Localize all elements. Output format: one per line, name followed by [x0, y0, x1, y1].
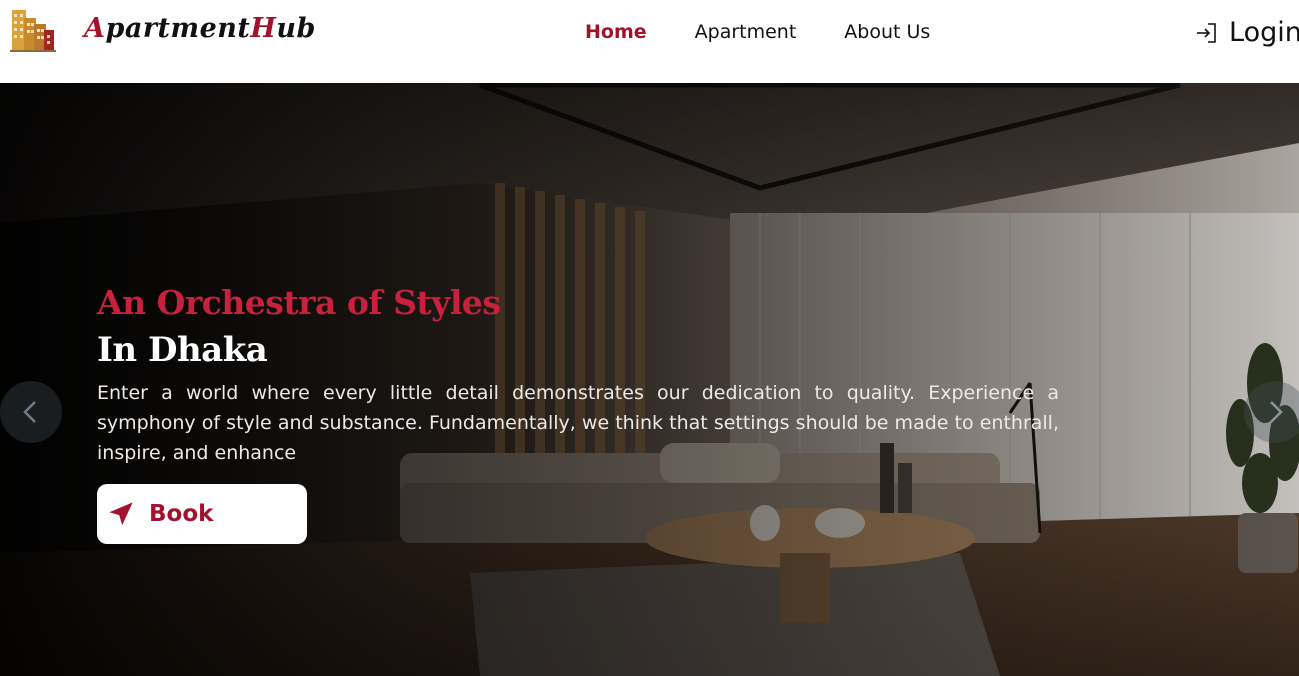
carousel-prev-button[interactable] — [0, 381, 62, 443]
brand-name[interactable]: ApartmentHub — [84, 13, 316, 44]
nav-apartment[interactable]: Apartment — [695, 21, 797, 43]
hero-content: An Orchestra of Styles In Dhaka Enter a … — [97, 283, 1059, 468]
navbar: ApartmentHub Home Apartment About Us Log… — [0, 0, 1299, 83]
hero-eyebrow: An Orchestra of Styles — [97, 283, 501, 322]
location-arrow-icon — [109, 502, 133, 526]
hero-banner: An Orchestra of Styles In Dhaka Enter a … — [0, 83, 1299, 676]
brand-initial-h: H — [250, 13, 277, 44]
hero-headline: In Dhaka — [97, 330, 268, 370]
hero-description: Enter a world where every little detail … — [97, 382, 1059, 464]
nav-home[interactable]: Home — [585, 21, 647, 43]
book-button-label: Book — [149, 501, 214, 527]
nav-about-us[interactable]: About Us — [844, 21, 930, 43]
brand-part2: ub — [276, 13, 316, 44]
building-logo-icon[interactable] — [10, 8, 56, 54]
login-arrow-icon — [1197, 22, 1216, 43]
login-button[interactable]: Login — [1195, 17, 1299, 48]
login-label: Login — [1229, 17, 1299, 48]
book-button[interactable]: Book — [97, 484, 307, 544]
brand-initial-a: A — [84, 13, 106, 44]
main-nav: Home Apartment About Us — [585, 21, 930, 43]
chevron-right-icon — [1270, 401, 1283, 423]
chevron-left-icon — [23, 401, 36, 423]
brand-part1: partment — [105, 13, 251, 44]
carousel-next-button[interactable] — [1244, 381, 1299, 443]
